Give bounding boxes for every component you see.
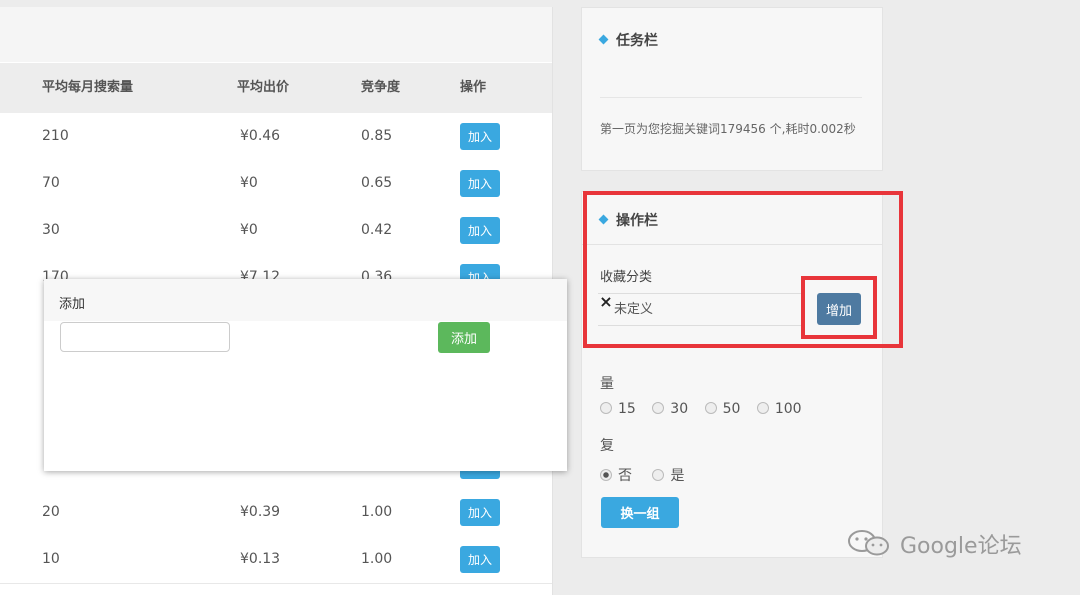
- watermark: Google论坛: [846, 528, 1022, 560]
- wechat-icon: [848, 530, 889, 556]
- count-radio-group: 15 30 50 100: [600, 401, 802, 417]
- category-name-input[interactable]: [60, 322, 230, 352]
- count-option-30[interactable]: 30: [652, 401, 688, 417]
- modal-add-button[interactable]: 添加: [438, 322, 490, 353]
- table-row: 70 ¥0 0.65 加入: [0, 160, 552, 208]
- table-row: 20 ¥0.39 1.00 加入: [0, 489, 552, 537]
- cell-competition: 1.00: [361, 504, 393, 520]
- filter-label: 复: [600, 438, 614, 454]
- task-panel-title: 任务栏: [598, 30, 658, 50]
- col-header-action: 操作: [460, 80, 487, 95]
- cell-search-volume: 10: [42, 551, 60, 567]
- cell-search-volume: 30: [42, 222, 60, 238]
- cell-avg-bid: ¥0.13: [240, 551, 281, 567]
- table-row: 10 ¥0.13 1.00 加入: [0, 536, 552, 584]
- cell-competition: 0.65: [361, 175, 393, 191]
- table-header: 平均每月搜索量 平均出价 竞争度 操作: [0, 63, 552, 114]
- cell-competition: 1.00: [361, 551, 393, 567]
- radio-icon[interactable]: [704, 402, 717, 414]
- join-button[interactable]: 加入: [460, 499, 500, 526]
- radio-icon[interactable]: [652, 402, 665, 414]
- table-toolbar: [0, 7, 552, 62]
- cell-search-volume: 210: [42, 128, 69, 144]
- cell-avg-bid: ¥0.39: [240, 504, 281, 520]
- radio-icon[interactable]: [652, 469, 665, 481]
- cell-competition: 0.42: [361, 222, 393, 238]
- task-status-text: 第一页为您挖掘关键词179456 个,耗时0.002秒: [600, 122, 856, 136]
- count-label: 量: [600, 376, 614, 392]
- cell-search-volume: 20: [42, 504, 60, 520]
- add-category-modal: 添加 添加 ×: [44, 279, 613, 471]
- table-row: 30 ¥0 0.42 加入: [0, 207, 552, 255]
- highlight-box-increase-button: [801, 276, 877, 339]
- task-panel: 任务栏 第一页为您挖掘关键词179456 个,耗时0.002秒: [581, 7, 883, 171]
- filter-option-yes[interactable]: 是: [652, 468, 684, 484]
- col-header-competition: 竞争度: [361, 80, 401, 95]
- swap-group-button[interactable]: 换一组: [601, 497, 679, 528]
- col-header-avg-bid: 平均出价: [237, 80, 290, 95]
- table-row: 210 ¥0.46 0.85 加入: [0, 113, 552, 161]
- join-button[interactable]: 加入: [460, 123, 500, 150]
- join-button[interactable]: 加入: [460, 217, 500, 244]
- cell-search-volume: 70: [42, 175, 60, 191]
- count-option-100[interactable]: 100: [756, 401, 802, 417]
- cell-avg-bid: ¥0: [240, 222, 258, 238]
- divider: [600, 97, 862, 98]
- count-option-15[interactable]: 15: [600, 401, 636, 417]
- join-button[interactable]: 加入: [460, 546, 500, 573]
- radio-icon[interactable]: [756, 402, 769, 414]
- radio-icon[interactable]: [600, 469, 612, 481]
- cell-competition: 0.85: [361, 128, 393, 144]
- join-button[interactable]: 加入: [460, 170, 500, 197]
- modal-title: 添加: [59, 297, 86, 312]
- cell-avg-bid: ¥0: [240, 175, 258, 191]
- count-option-50[interactable]: 50: [704, 401, 740, 417]
- filter-option-no[interactable]: 否: [600, 468, 632, 484]
- col-header-search-volume: 平均每月搜索量: [42, 80, 134, 95]
- modal-header: 添加: [44, 279, 567, 321]
- filter-radio-group: 否 是: [600, 465, 684, 485]
- diamond-icon: [598, 34, 609, 45]
- cell-avg-bid: ¥0.46: [240, 128, 281, 144]
- radio-icon[interactable]: [600, 402, 612, 414]
